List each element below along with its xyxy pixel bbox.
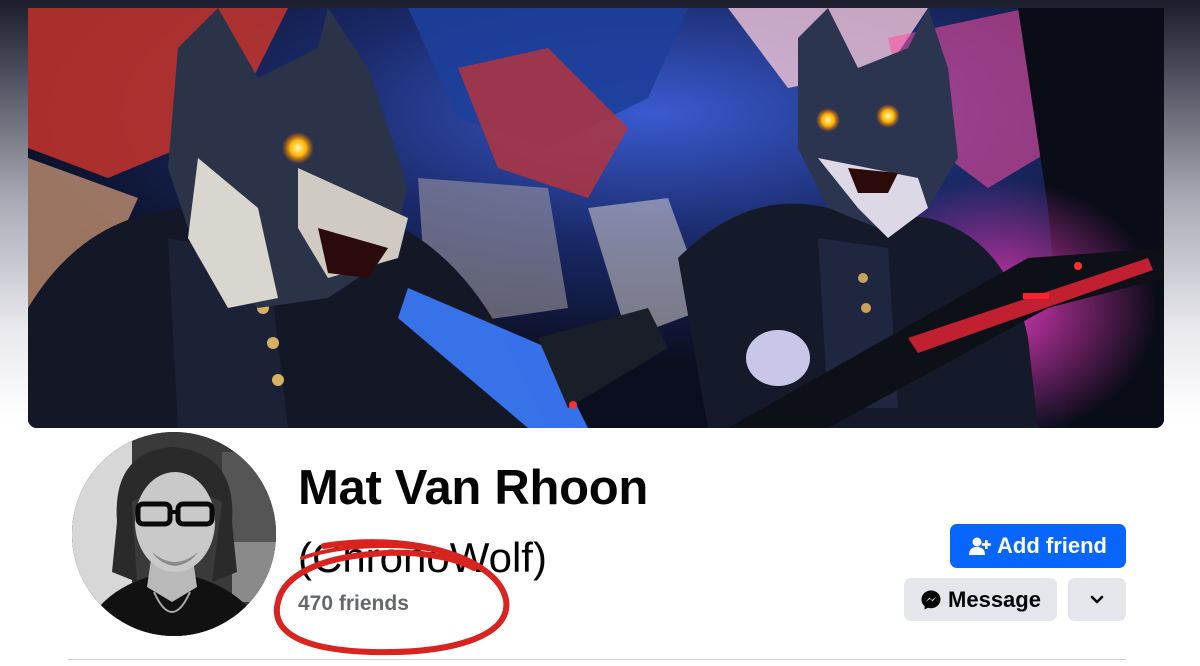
person-add-icon bbox=[969, 536, 991, 556]
cover-photo[interactable] bbox=[28, 8, 1164, 428]
message-label: Message bbox=[948, 586, 1041, 612]
add-friend-label: Add friend bbox=[997, 533, 1107, 558]
profile-alternate-name: (ChronoWolf) bbox=[298, 534, 547, 581]
friends-count-link[interactable]: 470 friends bbox=[298, 592, 409, 616]
profile-picture-frame[interactable] bbox=[68, 428, 280, 640]
message-button[interactable]: Message bbox=[904, 578, 1057, 621]
more-options-button[interactable] bbox=[1068, 578, 1126, 621]
profile-picture[interactable] bbox=[72, 432, 276, 636]
messenger-icon bbox=[920, 589, 942, 611]
profile-header-divider bbox=[68, 659, 1126, 660]
chevron-down-icon bbox=[1090, 595, 1104, 605]
add-friend-button[interactable]: Add friend bbox=[950, 524, 1126, 568]
profile-name: Mat Van Rhoon bbox=[298, 461, 648, 515]
